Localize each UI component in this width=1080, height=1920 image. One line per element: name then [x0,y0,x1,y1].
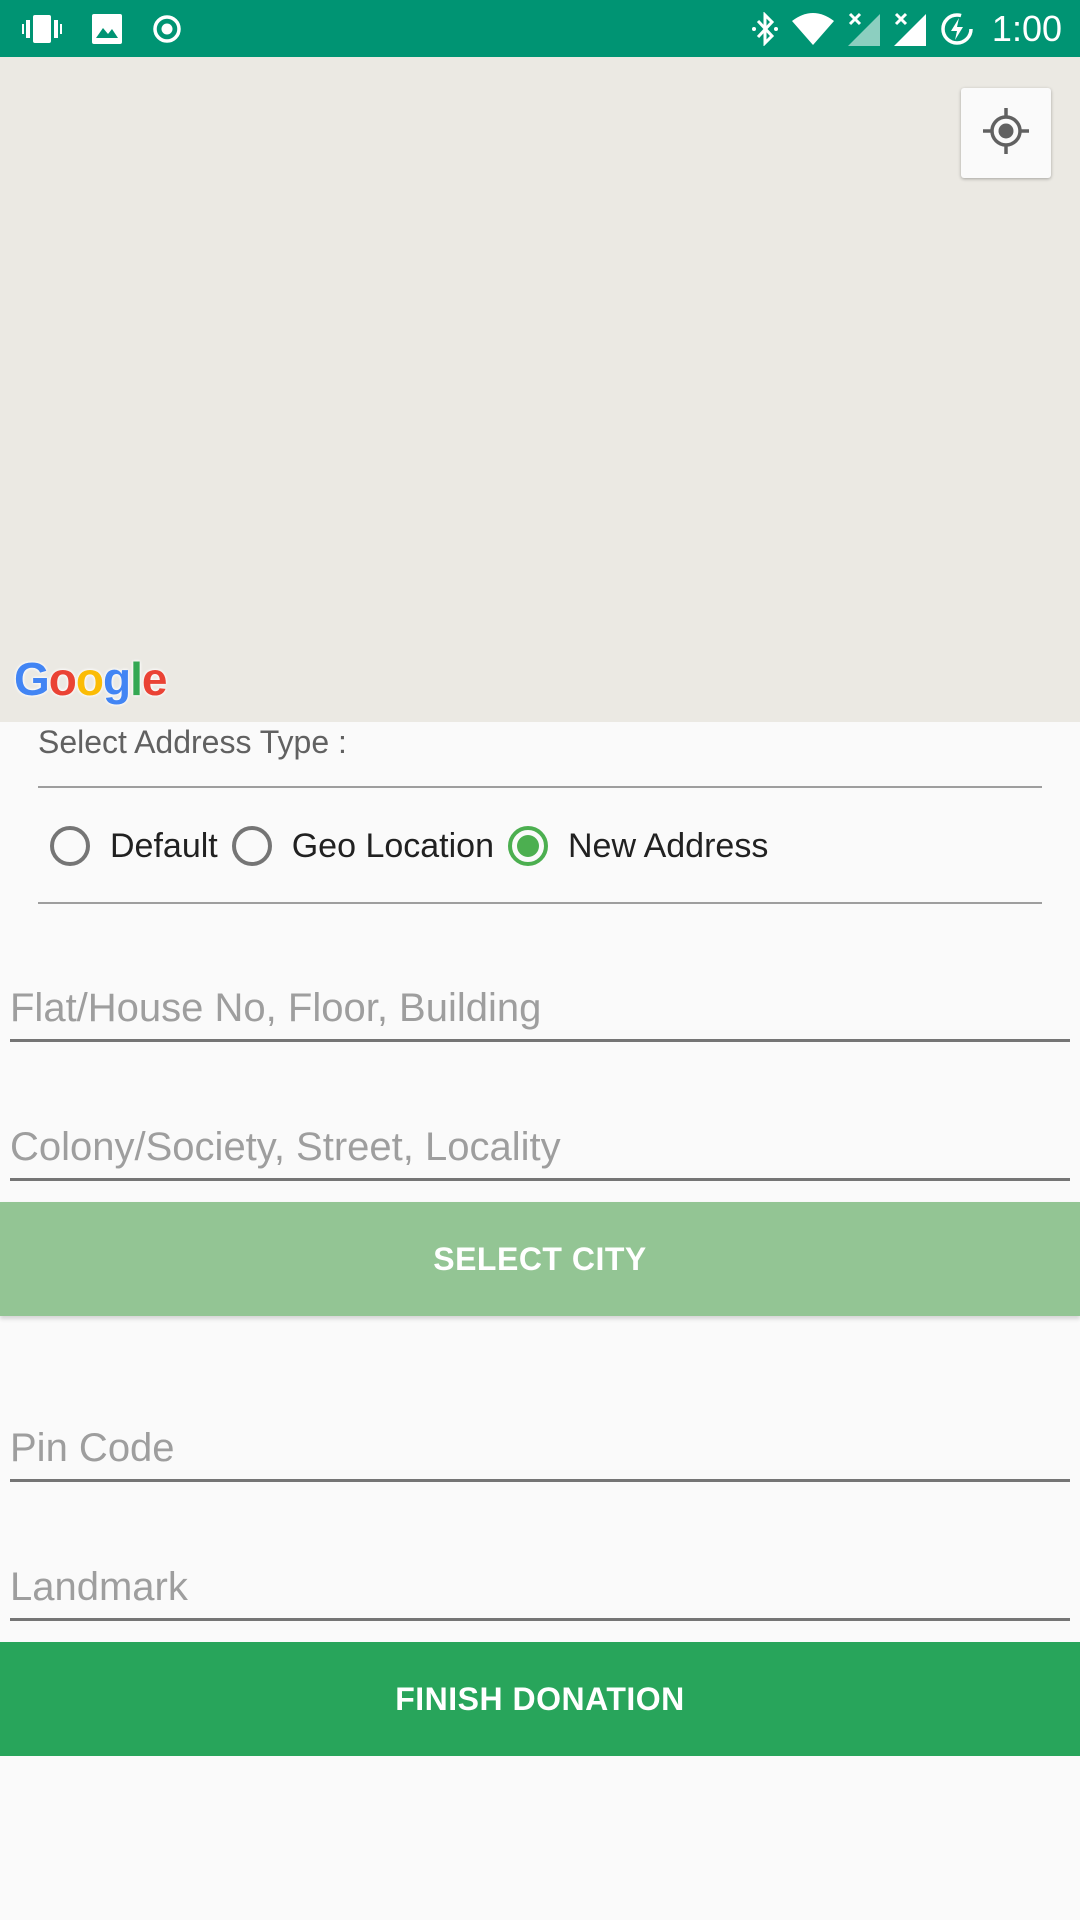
battery-charging-icon [940,12,974,46]
my-location-button[interactable] [961,88,1051,178]
radio-button-icon [231,826,272,866]
radio-label: New Address [568,826,769,865]
flat-input[interactable] [10,978,1070,1038]
finish-donation-button[interactable]: FINISH DONATION [0,1642,1080,1756]
field-underline [10,1178,1070,1181]
record-icon [152,14,182,44]
signal-icon [893,12,926,46]
radio-button-icon [50,826,90,866]
status-bar-left [22,0,182,57]
pin-code-input[interactable] [10,1418,1070,1478]
vibrate-icon [22,14,62,44]
radio-label: Geo Location [291,826,494,865]
landmark-field [10,1557,1070,1621]
divider [38,902,1042,904]
landmark-input[interactable] [10,1557,1070,1617]
signal-icon [847,12,880,46]
field-underline [10,1618,1070,1621]
flat-field [10,978,1070,1042]
crosshair-icon [981,106,1031,161]
select-city-button[interactable]: SELECT CITY [0,1202,1080,1316]
radio-default[interactable]: Default [50,826,218,866]
address-type-label: Select Address Type : [38,724,347,760]
field-underline [10,1039,1070,1042]
colony-field [10,1117,1070,1181]
image-icon [92,13,122,44]
pin-field [10,1418,1070,1482]
radio-new-address[interactable]: New Address [508,826,768,866]
status-bar-right: 1:00 [751,0,1062,57]
map-view[interactable]: Google [0,57,1080,722]
status-bar: 1:00 [0,0,1080,57]
divider [38,786,1042,788]
radio-label: Default [110,826,218,865]
google-logo: Google [14,653,167,705]
radio-geo-location[interactable]: Geo Location [231,826,494,866]
colony-input[interactable] [10,1117,1070,1177]
bluetooth-icon [751,11,778,46]
address-type-radio-group: Default Geo Location New Address [50,822,782,870]
radio-button-checked-icon [508,826,548,866]
field-underline [10,1479,1070,1482]
status-time: 1:00 [991,7,1062,49]
wifi-icon [791,12,834,45]
